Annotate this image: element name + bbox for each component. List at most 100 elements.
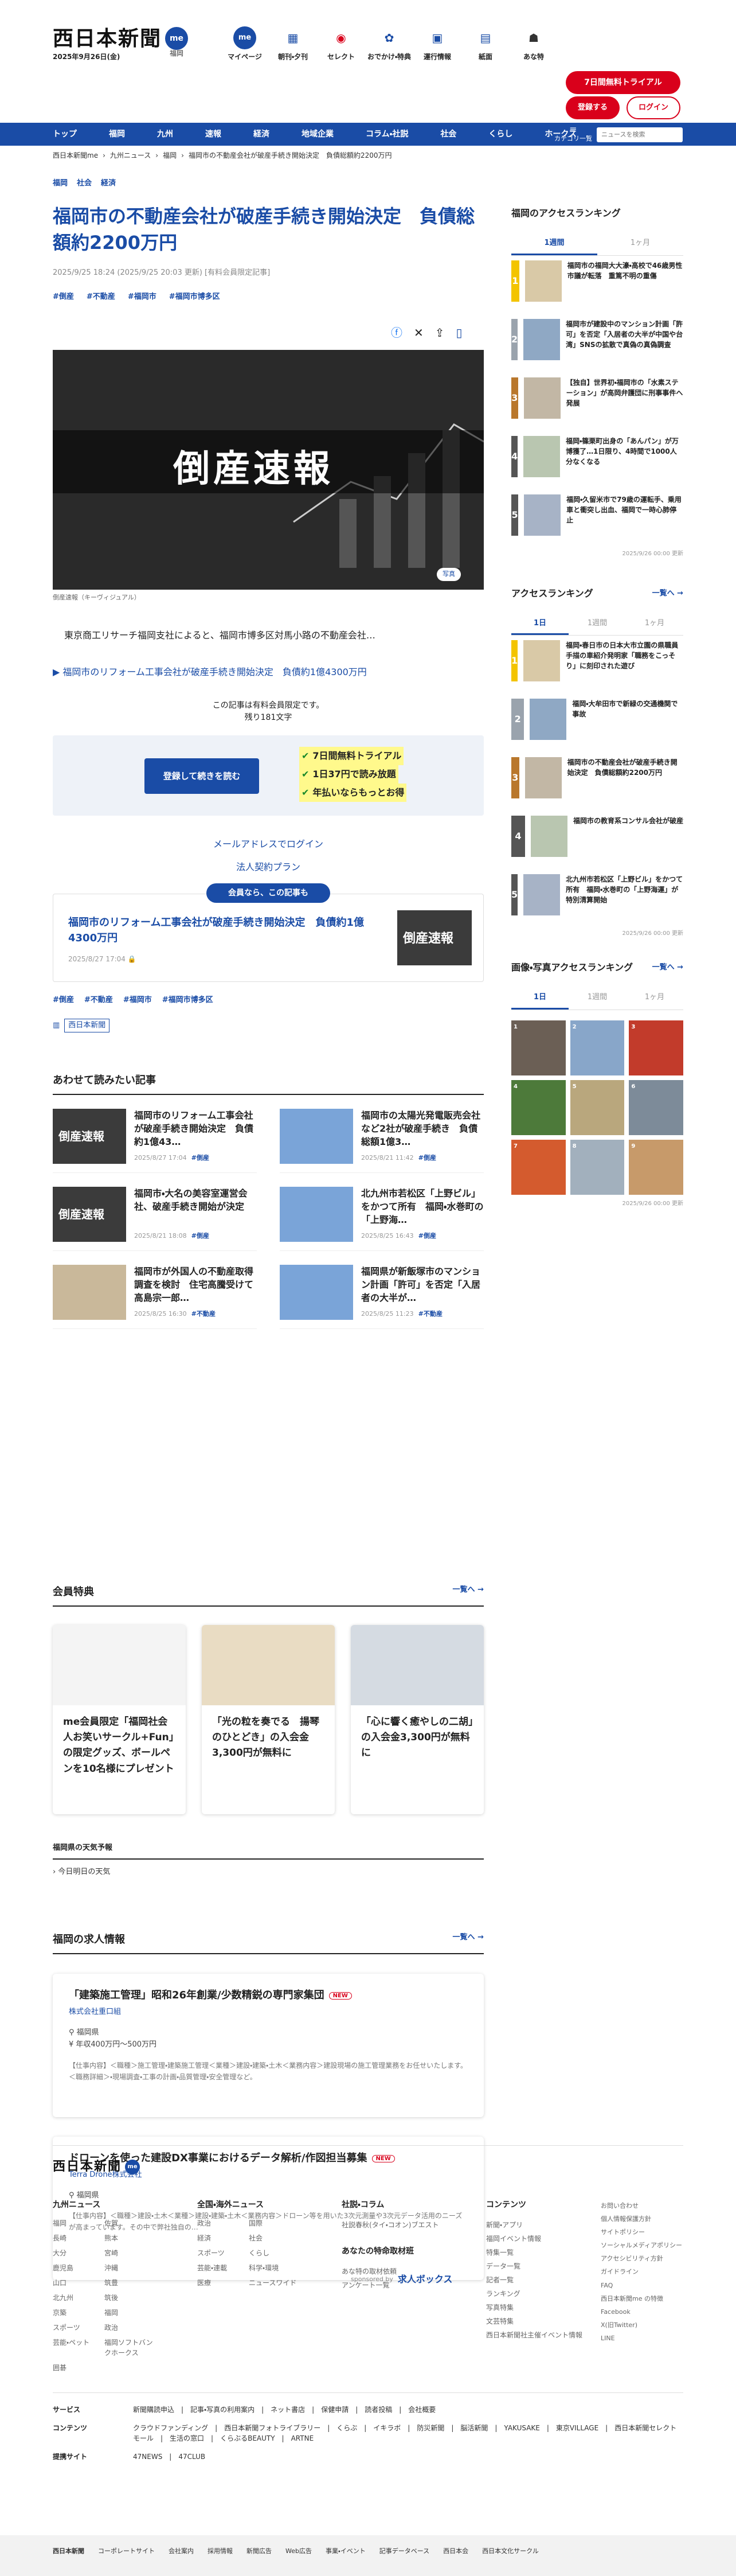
also-read-tag[interactable]: #不動産 [418, 1310, 443, 1318]
related-article-link[interactable]: ▶ 福岡市のリフォーム工事会社が破産手続き開始決定 負債約1億4300万円 [53, 665, 367, 679]
footer-link[interactable]: ブエスト [411, 2221, 439, 2229]
member-more-link[interactable]: 一覧へ → [453, 1584, 484, 1596]
ranking-item[interactable]: 5 福岡・久留米市で79歳の運転手、乗用車と衝突し出血、福岡で一時心肺停止 [511, 494, 683, 548]
side-tab[interactable]: 1週間 [569, 987, 626, 1010]
footer-logo[interactable]: 西日本新聞 me [53, 2157, 683, 2176]
footer-link[interactable]: データ一覧 [486, 2259, 601, 2273]
nav-item[interactable]: コラム・社説 [366, 128, 424, 141]
footer-link[interactable]: お問い合わせ [601, 2199, 682, 2212]
footer-link[interactable]: 文芸特集 [486, 2314, 601, 2328]
bottom-link[interactable]: 西日本会 [443, 2547, 468, 2556]
member-card[interactable]: 「心に響く癒やしの二胡」の入会金3,300円が無料に [351, 1625, 484, 1814]
side-tab[interactable]: 1日 [511, 613, 569, 635]
select-link[interactable]: ◉ セレクト [317, 26, 365, 62]
nav-item[interactable]: トップ [53, 128, 93, 141]
newspaper-link[interactable]: ▦ 朝刊・夕刊 [269, 26, 317, 62]
footer-link[interactable]: 経済 [197, 2233, 249, 2243]
also-read-item[interactable]: 倒産速報 福岡市のリフォーム工事会社が破産手続き開始決定 負債約1億43… 2025… [53, 1109, 257, 1173]
login-button[interactable]: ログイン [627, 96, 680, 119]
side-tab[interactable]: 1週間 [569, 613, 626, 636]
nav-item[interactable]: 九州 [157, 128, 189, 141]
train-link[interactable]: ▣ 運行情報 [413, 26, 461, 62]
footer-link[interactable]: 京築 [53, 2308, 104, 2318]
weather-link[interactable]: › 今日明日の天気 [53, 1866, 484, 1878]
footer-link[interactable]: 新聞・アプリ [486, 2218, 601, 2232]
ranking-item[interactable]: 1 福岡市の福岡大大濠・高校で46歳男性市議が転落 重篤不明の重傷 [511, 260, 683, 314]
footer-link[interactable]: 西日本新聞社主催イベント情報 [486, 2328, 601, 2342]
share-icon[interactable]: ⇪ [435, 324, 445, 341]
footer-link[interactable]: 筑後 [104, 2293, 156, 2303]
footer-link[interactable]: 福岡 [104, 2308, 156, 2318]
also-read-tag[interactable]: #倒産 [418, 1154, 436, 1162]
nav-item[interactable]: 速報 [205, 128, 237, 141]
also-read-item[interactable]: 福岡県が新飯塚市のマンション計画「許可」を否定「入居者の大半が… 2025/8/2… [280, 1265, 484, 1329]
nav-item[interactable]: 地域企業 [302, 128, 350, 141]
bottom-link[interactable]: 会社案内 [169, 2547, 194, 2556]
bookmark-icon[interactable]: ▯ [456, 324, 463, 341]
footer-link[interactable]: FAQ [601, 2279, 682, 2292]
gift-link[interactable]: ✿ おでかけ・特典 [365, 26, 413, 62]
hash-tag[interactable]: #倒産 [53, 291, 74, 303]
footer-link[interactable]: 沖縄 [104, 2263, 156, 2273]
ranking-more-link[interactable]: 一覧へ → [652, 588, 683, 599]
ranking-item[interactable]: 3 【独自】世界初・福岡市の「水素ステーション」が高岡弁護団に刑事事件へ発展 [511, 377, 683, 431]
photo-thumbnail[interactable]: 3 [629, 1020, 683, 1075]
hash-tag[interactable]: #福岡市 [123, 995, 152, 1006]
footer-link[interactable]: 社説 [342, 2221, 355, 2229]
jobs-more-link[interactable]: 一覧へ → [453, 1932, 484, 1943]
region-label[interactable]: 福岡 [170, 48, 183, 59]
bottom-link[interactable]: 新聞広告 [246, 2547, 272, 2556]
ranking-item[interactable]: 1 福岡・春日市の日本大市立園の県職員手描の車紹介発明家「職務をこっそり」に刻印さ… [511, 640, 683, 694]
hero-image[interactable]: 倒産速報 写真 [53, 350, 484, 590]
footer-link[interactable]: ランキング [486, 2287, 601, 2301]
ranking-item[interactable]: 3 福岡市の不動産会社が破産手続き開始決定 負債総額約2200万円 [511, 757, 683, 811]
job-card[interactable]: 「建築施工管理」昭和26年創業/少数精鋭の専門家集団 NEW 株式会社重口組 ⚲ 福岡… [53, 1974, 484, 2117]
footer-link[interactable]: Facebook [601, 2305, 682, 2318]
recommended-article[interactable]: 福岡市のリフォーム工事会社が破産手続き開始決定 負債約1億4300万円 2025… [53, 894, 484, 982]
footer-link[interactable]: スポーツ [53, 2322, 104, 2333]
category-tag[interactable]: 社会 [77, 178, 92, 189]
footer-link[interactable]: 医療 [197, 2278, 249, 2288]
hash-tag[interactable]: #不動産 [84, 995, 113, 1006]
member-card[interactable]: 「光の粒を奏でる 揚琴のひとどき」の入会金3,300円が無料に [202, 1625, 335, 1814]
bottom-link[interactable]: 事業・イベント [326, 2547, 366, 2556]
nav-item[interactable]: くらし [488, 128, 528, 141]
also-read-item[interactable]: 倒産速報 福岡市・大名の美容室運営会社、破産手続き開始が決定 2025/8/21 1… [53, 1187, 257, 1251]
footer-link[interactable]: 記者一覧 [486, 2273, 601, 2287]
category-tag[interactable]: 経済 [101, 178, 116, 189]
footer-link[interactable]: 政治 [197, 2218, 249, 2228]
category-list-button[interactable]: ≡ カテゴリ一覧 [554, 125, 592, 144]
photo-thumbnail[interactable]: 7 [511, 1139, 566, 1195]
footer-link[interactable]: 熊本 [104, 2233, 156, 2243]
search-input[interactable] [597, 127, 683, 142]
also-read-tag[interactable]: #倒産 [191, 1154, 209, 1162]
facebook-icon[interactable]: ⓕ [391, 324, 402, 341]
footer-row-links[interactable]: 47NEWS | 47CLUB [133, 2452, 205, 2462]
member-card[interactable]: me会員限定「福岡社会人お笑いサークル+Fun」の限定グッズ、ボールペンを10名… [53, 1625, 186, 1814]
footer-link[interactable]: 佐賀 [104, 2218, 156, 2228]
footer-link[interactable]: 個人情報保護方針 [601, 2212, 682, 2226]
side-tab[interactable]: 1ヶ月 [626, 987, 683, 1010]
footer-link[interactable]: サイトポリシー [601, 2226, 682, 2239]
footer-link[interactable]: あな特の取材依頼 [342, 2265, 486, 2278]
hash-tag[interactable]: #福岡市博多区 [162, 995, 213, 1006]
footer-link[interactable]: 春秋(タイ・コオン) [355, 2221, 411, 2229]
mypage-link[interactable]: me マイページ [221, 26, 269, 62]
paper-link[interactable]: ▤ 紙面 [461, 26, 510, 62]
mail-login-link[interactable]: メールアドレスでログイン [53, 837, 484, 851]
footer-link[interactable]: 芸能・ペット [53, 2337, 104, 2358]
bottom-link[interactable]: 採用情報 [208, 2547, 233, 2556]
trial-button[interactable]: 7日間無料トライアル [566, 71, 680, 94]
nav-item[interactable]: 福岡 [109, 128, 141, 141]
side-tab[interactable]: 1ヶ月 [626, 613, 683, 636]
hash-tag[interactable]: #福岡市博多区 [169, 291, 220, 303]
footer-link[interactable]: ガイドライン [601, 2265, 682, 2278]
bottom-link[interactable]: Web広告 [285, 2547, 312, 2556]
footer-link[interactable]: 西日本新聞me の特徴 [601, 2292, 682, 2305]
footer-link[interactable]: X(旧Twitter) [601, 2318, 682, 2332]
footer-link[interactable]: くらし [249, 2248, 300, 2258]
footer-link[interactable]: 福岡 [53, 2218, 104, 2228]
footer-link[interactable]: 社会 [249, 2233, 300, 2243]
ranking-item[interactable]: 2 福岡市が建設中のマンション計画「許可」を否定「入居者の大半が中国や台湾」SNS… [511, 318, 683, 373]
photo-thumbnail[interactable]: 8 [570, 1139, 625, 1195]
